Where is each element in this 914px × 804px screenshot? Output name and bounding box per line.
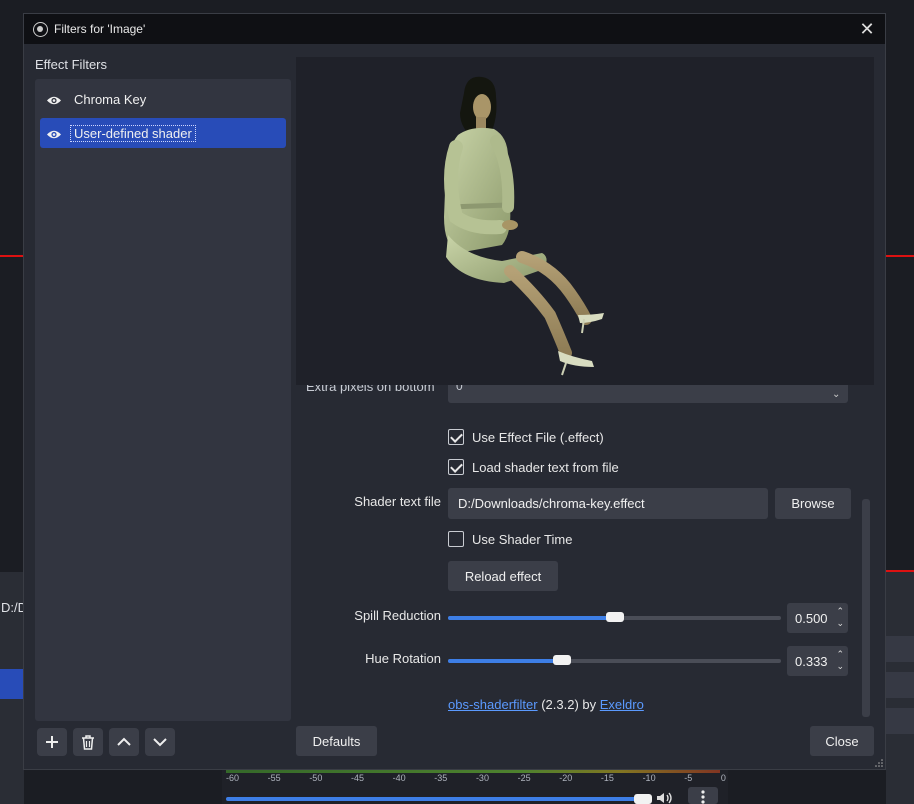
- meter-scale-tick: -10: [642, 773, 656, 783]
- close-button[interactable]: Close: [810, 726, 874, 756]
- effect-filters-label: Effect Filters: [35, 57, 108, 72]
- volume-slider-thumb[interactable]: [634, 794, 652, 804]
- hue-rotation-fill: [448, 659, 562, 663]
- hue-rotation-spinbox[interactable]: 0.333 ⌃ ⌄: [787, 646, 848, 676]
- move-up-button[interactable]: [109, 728, 139, 756]
- hue-rotation-label: Hue Rotation: [365, 651, 441, 666]
- source-preview: [296, 57, 874, 385]
- background-red-line-left: [0, 255, 24, 257]
- reload-effect-button[interactable]: Reload effect: [448, 561, 558, 591]
- obs-shaderfilter-link[interactable]: obs-shaderfilter: [448, 697, 538, 712]
- title-bar: Filters for 'Image' ✕: [24, 14, 885, 44]
- chevron-down-icon[interactable]: ⌄: [832, 389, 840, 400]
- add-filter-button[interactable]: [37, 728, 67, 756]
- meter-scale-tick: -25: [517, 773, 531, 783]
- meter-scale-tick: 0: [720, 773, 726, 783]
- use-effect-file-label: Use Effect File (.effect): [472, 429, 604, 445]
- trash-icon: [82, 734, 94, 750]
- spin-arrows-icon[interactable]: ⌃ ⌄: [836, 605, 844, 629]
- credit-line: obs-shaderfilter (2.3.2) by Exeldro: [448, 697, 644, 712]
- meter-scale-tick: -40: [392, 773, 406, 783]
- background-row-right-1: [886, 636, 914, 662]
- load-shader-from-file-checkbox[interactable]: Load shader text from file: [448, 459, 619, 475]
- extra-pixels-bottom-value: 0: [456, 385, 463, 393]
- speaker-icon[interactable]: [656, 792, 674, 804]
- checkbox-icon[interactable]: [448, 459, 464, 475]
- meter-scale-tick: -55: [267, 773, 281, 783]
- author-link[interactable]: Exeldro: [600, 697, 644, 712]
- load-shader-from-file-label: Load shader text from file: [472, 459, 619, 475]
- spill-reduction-spinbox[interactable]: 0.500 ⌃ ⌄: [787, 603, 848, 633]
- meter-scale-tick: -5: [684, 773, 693, 783]
- filter-item-user-defined-shader[interactable]: User-defined shader: [40, 118, 286, 148]
- hue-rotation-slider[interactable]: [448, 655, 781, 665]
- properties-scrollbar[interactable]: [862, 499, 870, 717]
- background-red-line-right: [886, 255, 914, 257]
- meter-scale-tick: -15: [600, 773, 614, 783]
- use-shader-time-label: Use Shader Time: [472, 531, 573, 547]
- spin-arrows-icon[interactable]: ⌃ ⌄: [836, 648, 844, 672]
- use-effect-file-checkbox[interactable]: Use Effect File (.effect): [448, 429, 604, 445]
- move-down-button[interactable]: [145, 728, 175, 756]
- meter-scale-tick: -50: [309, 773, 323, 783]
- filter-properties: Extra pixels on bottom 0 ⌄ Use Effect Fi…: [296, 385, 874, 717]
- eye-icon[interactable]: [46, 94, 62, 105]
- checkbox-icon[interactable]: [448, 429, 464, 445]
- spill-reduction-fill: [448, 616, 615, 620]
- browse-button[interactable]: Browse: [775, 488, 851, 519]
- audio-meter-scale: -60 -55 -50 -45 -40 -35 -30 -25 -20 -15 -10 -5 0: [226, 773, 726, 783]
- extra-pixels-bottom-field[interactable]: 0 ⌄: [448, 385, 848, 403]
- background-row-right-3: [886, 708, 914, 734]
- filter-item-chroma-key[interactable]: Chroma Key: [40, 84, 286, 114]
- dialog-title: Filters for 'Image': [54, 22, 146, 36]
- background-selected-row: [0, 669, 24, 699]
- spill-reduction-value: 0.500: [795, 611, 828, 626]
- eye-icon[interactable]: [46, 128, 62, 139]
- spill-reduction-thumb[interactable]: [606, 612, 624, 622]
- checkbox-icon[interactable]: [448, 531, 464, 547]
- remove-filter-button[interactable]: [73, 728, 103, 756]
- close-icon[interactable]: ✕: [857, 19, 877, 39]
- filters-dialog: Filters for 'Image' ✕ Effect Filters Chr…: [23, 13, 886, 770]
- spill-reduction-slider[interactable]: [448, 612, 781, 622]
- chevron-up-icon: [117, 737, 131, 746]
- volume-slider[interactable]: [226, 797, 640, 801]
- filter-item-label: Chroma Key: [74, 91, 147, 107]
- background-row-right-2: [886, 672, 914, 698]
- hue-rotation-thumb[interactable]: [553, 655, 571, 665]
- defaults-button[interactable]: Defaults: [296, 726, 377, 756]
- use-shader-time-checkbox[interactable]: Use Shader Time: [448, 531, 572, 547]
- hue-rotation-value: 0.333: [795, 654, 828, 669]
- spill-reduction-label: Spill Reduction: [354, 608, 441, 623]
- filter-item-label: User-defined shader: [70, 124, 196, 142]
- meter-scale-tick: -30: [475, 773, 489, 783]
- mixer-menu-button[interactable]: [688, 787, 718, 804]
- meter-scale-tick: -45: [350, 773, 364, 783]
- meter-scale-tick: -35: [434, 773, 448, 783]
- preview-image: [444, 76, 604, 376]
- meter-scale-tick: -20: [559, 773, 573, 783]
- extra-pixels-bottom-label: Extra pixels on bottom: [306, 385, 435, 394]
- meter-scale-tick: -60: [226, 773, 240, 783]
- resize-grip-icon[interactable]: [875, 759, 883, 767]
- shader-text-file-label: Shader text file: [354, 494, 441, 509]
- plus-icon: [46, 736, 58, 748]
- obs-logo-icon: [33, 21, 48, 37]
- filter-list: Chroma Key User-defined shader: [35, 79, 291, 721]
- credit-version: (2.3.2) by: [537, 697, 600, 712]
- chevron-down-icon: [153, 738, 167, 747]
- shader-text-file-input[interactable]: D:/Downloads/chroma-key.effect: [448, 488, 768, 519]
